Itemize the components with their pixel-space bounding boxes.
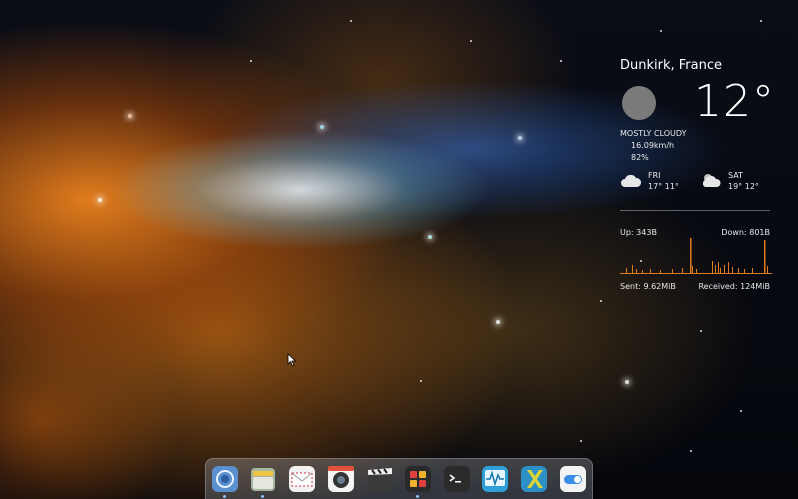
browser-icon [212,466,238,492]
forecast-day: SAT [728,171,743,180]
weather-temperature: 12° [694,76,775,127]
star [625,380,629,384]
widget-divider [620,210,770,211]
dock-app-xfce[interactable] [520,465,548,493]
star [600,300,602,302]
star [350,20,352,22]
star [496,320,500,324]
star [700,330,702,332]
dock-app-camera[interactable] [327,465,355,493]
clapperboard-icon [368,468,392,491]
forecast-temps: 17° 11° [648,182,679,191]
app-center-icon [405,466,431,492]
running-indicator [223,495,226,498]
star [470,40,472,42]
moon-icon [622,86,656,120]
files-icon [251,468,275,491]
dock-app-browser[interactable] [211,465,239,493]
mail-icon [289,466,315,492]
net-upload-speed: Up: 343B [620,228,657,237]
x-logo-icon [521,466,547,492]
dock-app-settings[interactable] [559,465,587,493]
net-download-speed: Down: 801B [721,228,770,237]
star [128,114,132,118]
camera-icon [328,466,354,492]
weather-condition: MOSTLY CLOUDY [620,129,687,138]
running-indicator [416,495,419,498]
weather-humidity: 82% [631,153,649,162]
forecast-temps: 19° 12° [728,182,759,191]
star [560,60,562,62]
star [580,440,582,442]
dock-app-system-monitor[interactable] [481,465,509,493]
mouse-cursor-icon [287,353,297,367]
weather-city: Dunkirk, France [620,58,722,73]
network-graph [620,238,772,274]
dock-app-mail[interactable] [288,465,316,493]
star [690,450,692,452]
dock-app-app-center[interactable] [404,465,432,493]
star [660,30,662,32]
star [428,235,432,239]
net-total-sent: Sent: 9.62MiB [620,282,676,291]
star [320,125,324,129]
star [250,60,252,62]
star [420,380,422,382]
star [740,410,742,412]
running-indicator [261,495,264,498]
dock-app-videos[interactable] [366,465,394,493]
net-total-received: Received: 124MiB [698,282,770,291]
weather-wind: 16.09km/h [631,141,675,150]
toggle-switch-icon [560,466,586,492]
terminal-icon [444,466,470,492]
partly-cloudy-icon [702,174,721,187]
star [518,136,522,140]
system-monitor-icon [482,466,508,492]
cloudy-icon [621,174,642,187]
dock-app-terminal[interactable] [443,465,471,493]
dock-app-files[interactable] [249,465,277,493]
forecast-day: FRI [648,171,661,180]
star [98,198,102,202]
star [760,20,762,22]
